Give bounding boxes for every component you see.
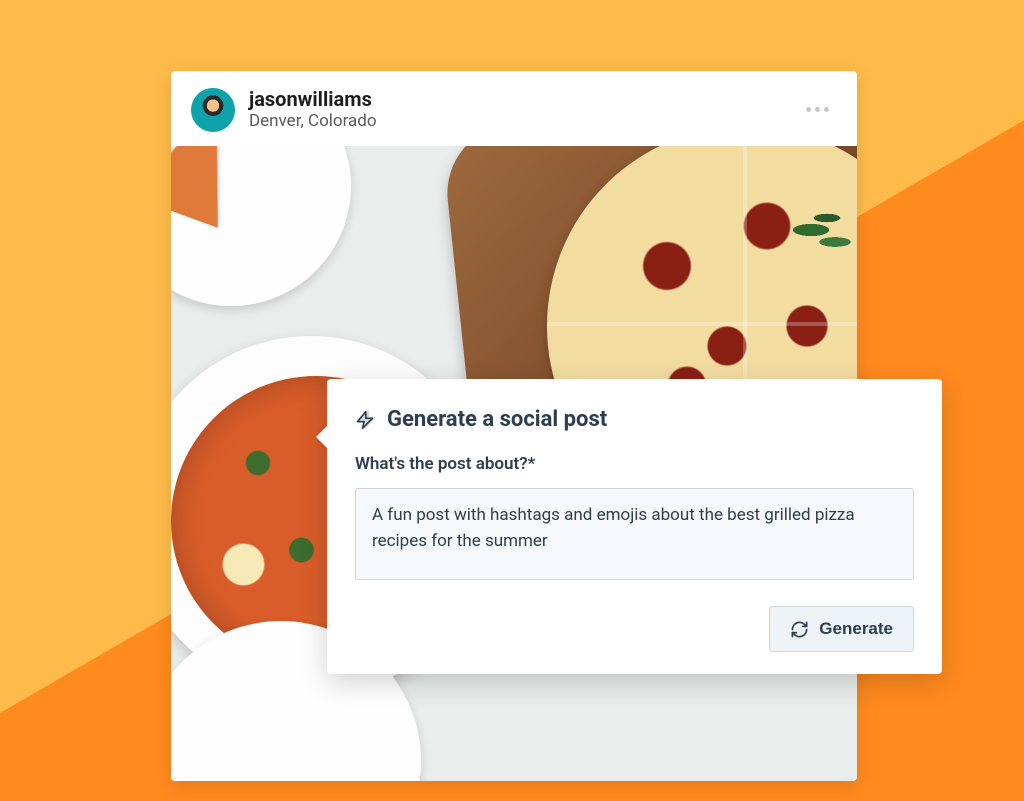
basil-garnish — [787, 206, 857, 266]
plate-top-left — [171, 146, 351, 306]
more-options-button[interactable] — [798, 99, 837, 120]
field-label: What's the post about?* — [355, 454, 914, 474]
popover-arrow — [316, 425, 328, 449]
app-canvas: jasonwilliams Denver, Colorado — [0, 0, 1024, 801]
generate-social-post-modal: Generate a social post What's the post a… — [327, 379, 942, 674]
username[interactable]: jasonwilliams — [249, 87, 784, 111]
generate-button[interactable]: Generate — [769, 606, 914, 652]
pizza-slice — [171, 146, 259, 228]
generate-button-label: Generate — [819, 619, 893, 639]
post-description-input[interactable] — [355, 488, 914, 580]
lightning-icon — [355, 408, 375, 432]
location: Denver, Colorado — [249, 111, 784, 132]
post-header: jasonwilliams Denver, Colorado — [171, 71, 857, 146]
avatar[interactable] — [191, 88, 235, 132]
user-block: jasonwilliams Denver, Colorado — [249, 87, 784, 132]
modal-title-row: Generate a social post — [355, 407, 914, 432]
refresh-icon — [790, 620, 809, 639]
modal-footer: Generate — [355, 606, 914, 652]
modal-title: Generate a social post — [387, 407, 607, 432]
